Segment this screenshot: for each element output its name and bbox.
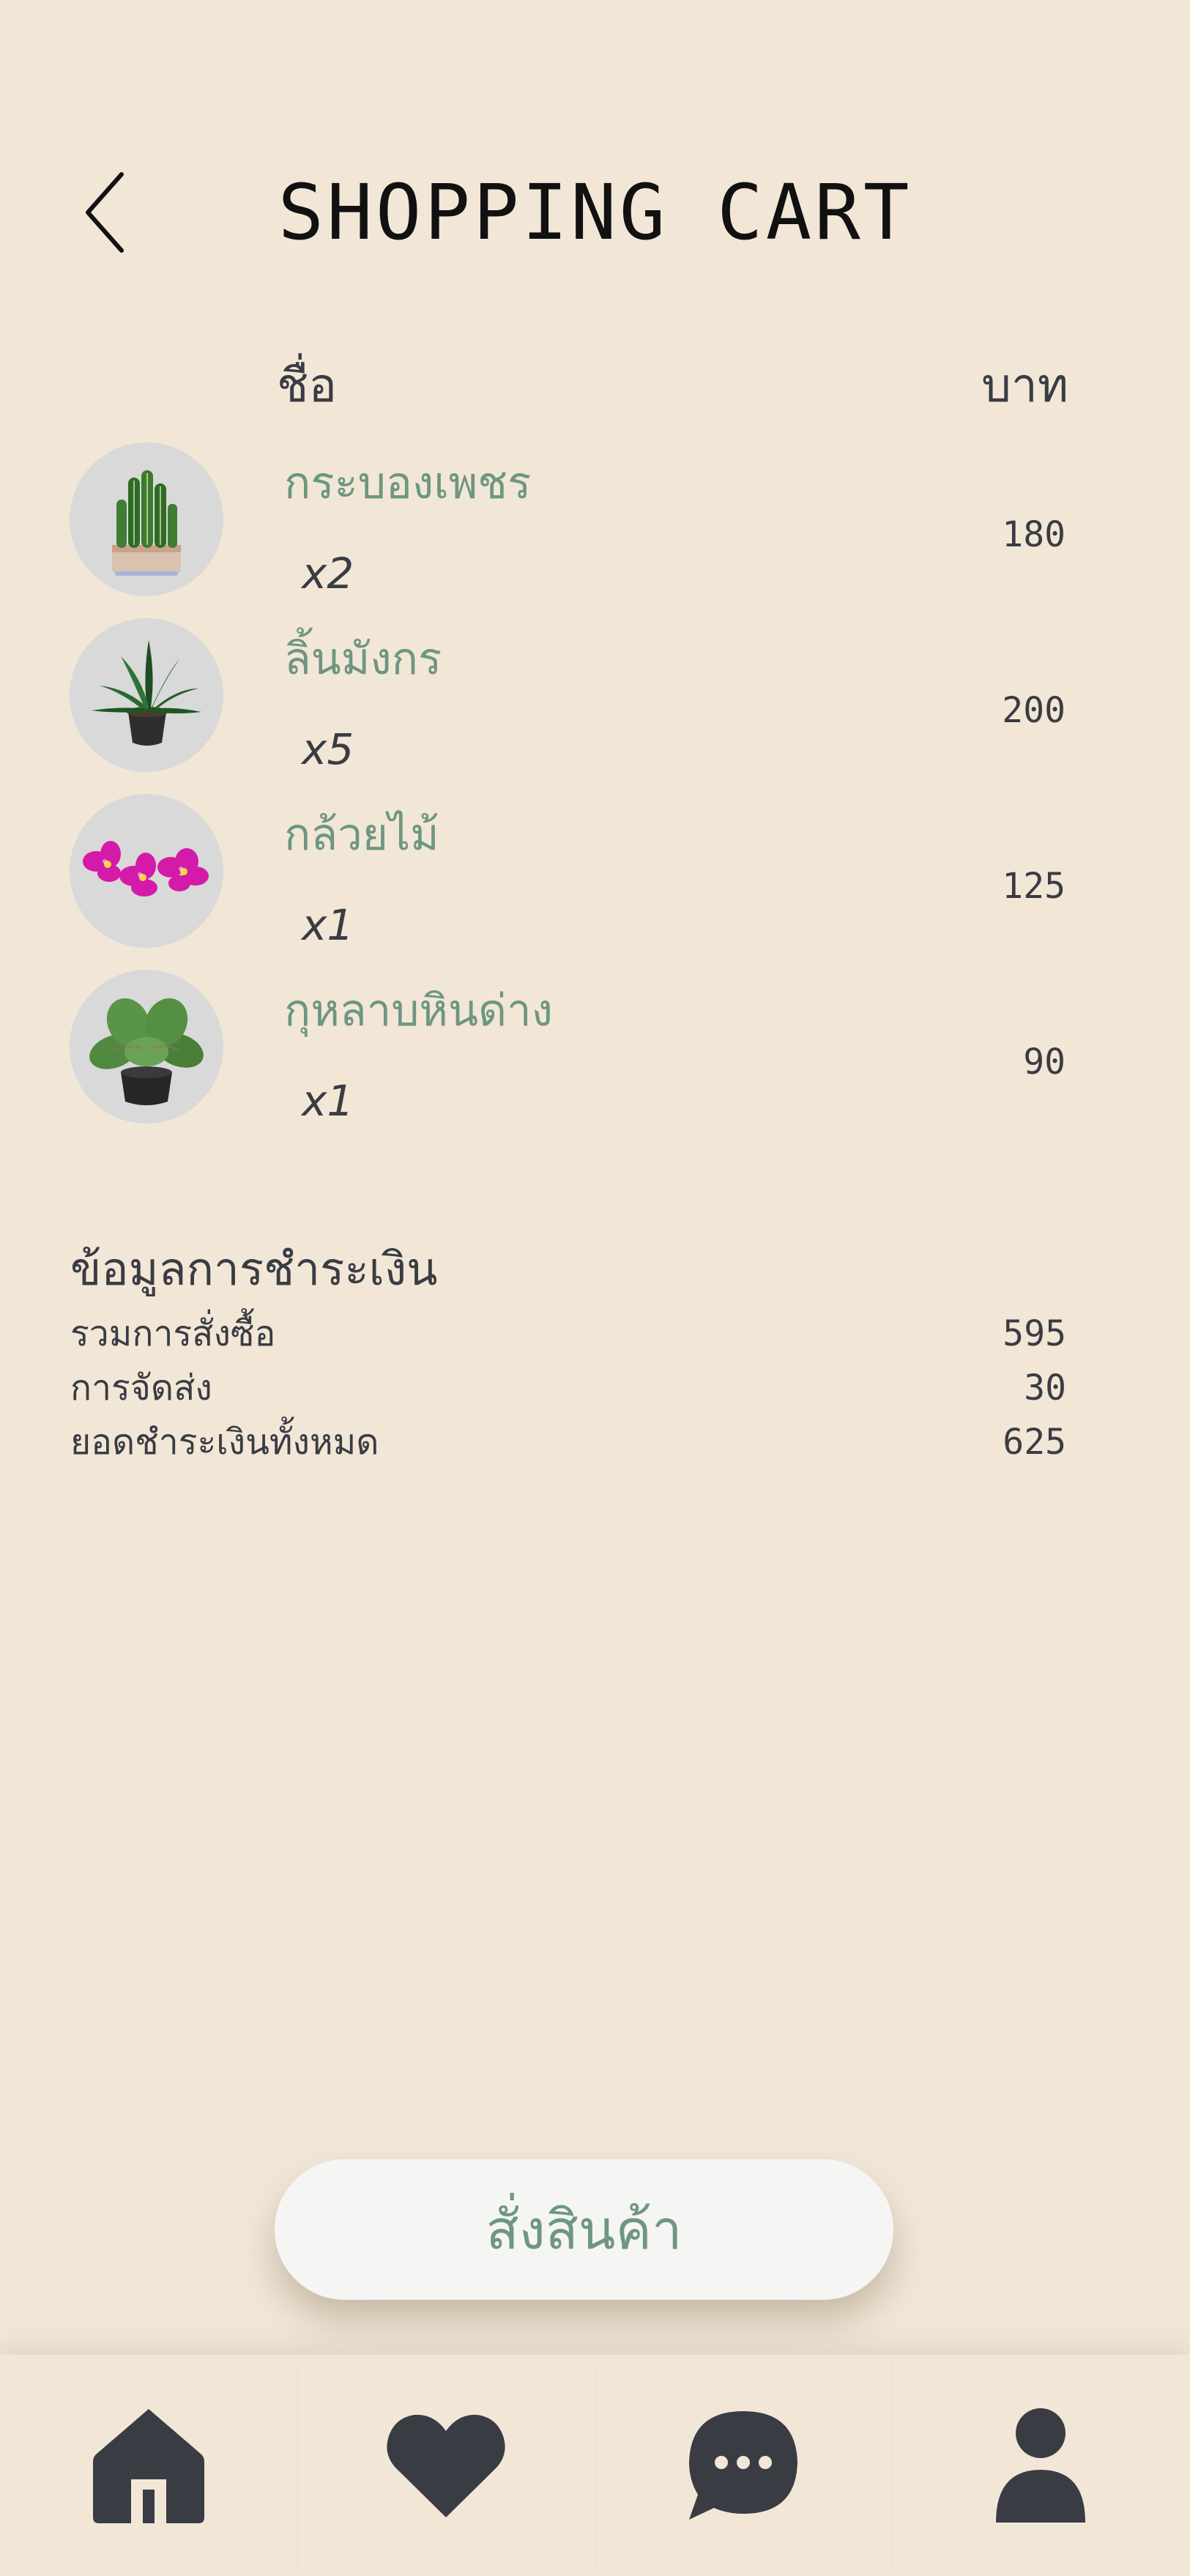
item-price: 90 — [1023, 1042, 1066, 1083]
orchid-icon — [70, 794, 223, 948]
item-price: 200 — [1002, 690, 1066, 731]
item-name: ลิ้นมังกร — [284, 634, 442, 685]
payment-value: 625 — [1003, 1422, 1066, 1463]
cart-item[interactable]: ลิ้นมังกร x5 200 — [0, 615, 1190, 791]
column-header-name: ชื่อ — [277, 359, 337, 413]
payment-value: 595 — [1003, 1313, 1066, 1354]
item-price: 125 — [1002, 866, 1066, 907]
column-header-price: บาท — [981, 359, 1068, 413]
item-name: กุหลาบหินด่าง — [284, 985, 553, 1036]
bottom-nav — [0, 2355, 1190, 2576]
cart-item[interactable]: กุหลาบหินด่าง x1 90 — [0, 967, 1190, 1143]
item-quantity: x1 — [302, 900, 354, 950]
payment-row-subtotal: รวมการสั่งซื้อ 595 — [70, 1307, 1066, 1361]
snake-plant-icon — [70, 618, 223, 772]
item-quantity: x2 — [302, 549, 354, 598]
payment-label: การจัดส่ง — [70, 1367, 212, 1408]
nav-item-home[interactable] — [0, 2355, 297, 2576]
payment-label: ยอดชำระเงินทั้งหมด — [70, 1422, 379, 1463]
page-title: SHOPPING CART — [278, 168, 912, 257]
item-quantity: x1 — [302, 1076, 354, 1126]
nav-item-favorites[interactable] — [297, 2355, 595, 2576]
nav-item-profile[interactable] — [892, 2355, 1189, 2576]
payment-section-title: ข้อมูลการชำระเงิน — [70, 1242, 438, 1296]
nav-item-chat[interactable] — [595, 2355, 892, 2576]
cart-item[interactable]: กล้วยไม้ x1 125 — [0, 791, 1190, 967]
item-price: 180 — [1002, 514, 1066, 555]
profile-icon — [996, 2408, 1085, 2523]
place-order-button[interactable]: สั่งสินค้า — [275, 2159, 893, 2300]
home-icon — [93, 2409, 204, 2523]
item-quantity: x5 — [302, 724, 354, 774]
succulent-icon — [70, 970, 223, 1124]
chat-icon — [689, 2411, 797, 2520]
payment-row-total: ยอดชำระเงินทั้งหมด 625 — [70, 1415, 1066, 1469]
heart-icon — [387, 2414, 505, 2517]
cactus-icon — [70, 442, 223, 596]
place-order-label: สั่งสินค้า — [486, 2199, 683, 2262]
item-name: กล้วยไม้ — [284, 809, 439, 861]
cart-list: กระบองเพชร x2 180 ลิ้นมังกร x5 200 กล้วย… — [0, 439, 1190, 1143]
cart-item[interactable]: กระบองเพชร x2 180 — [0, 439, 1190, 615]
item-name: กระบองเพชร — [284, 458, 532, 509]
payment-value: 30 — [1024, 1367, 1066, 1408]
payment-row-shipping: การจัดส่ง 30 — [70, 1361, 1066, 1415]
payment-label: รวมการสั่งซื้อ — [70, 1313, 276, 1354]
